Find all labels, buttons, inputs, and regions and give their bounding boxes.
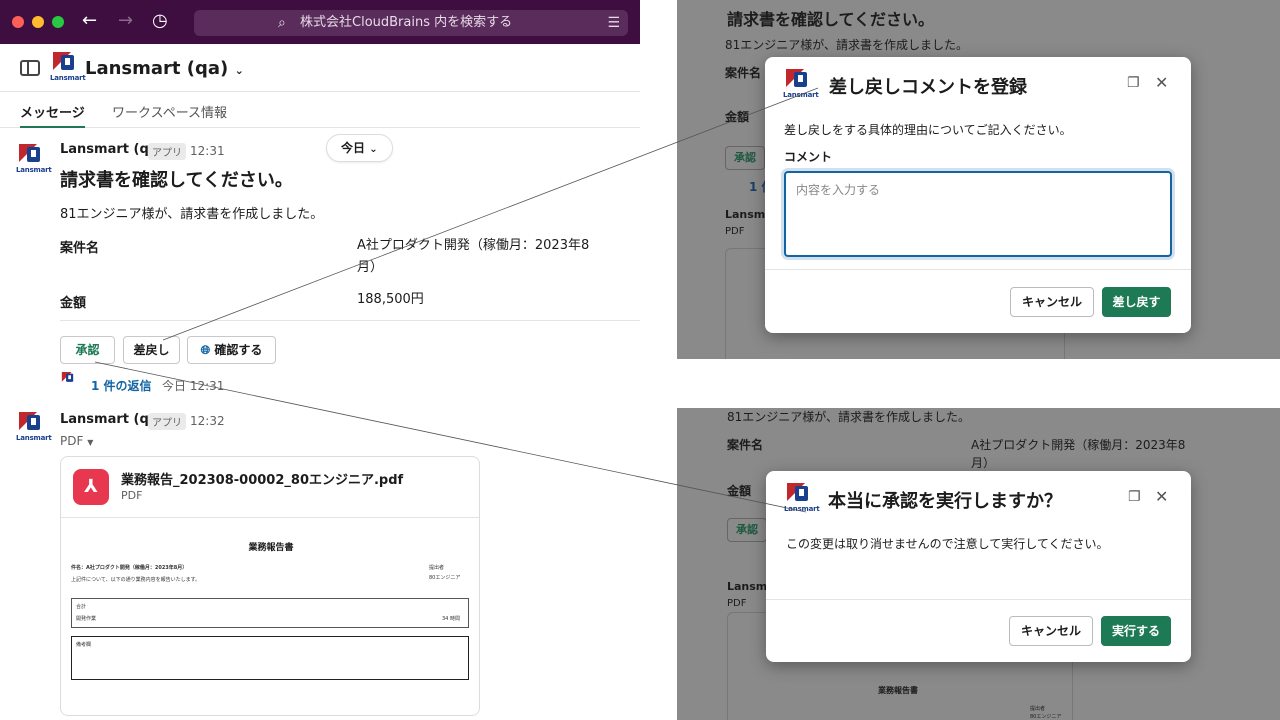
bg-amount-label: 金額 — [727, 484, 752, 498]
search-input[interactable]: ⌕ 株式会社CloudBrains 内を検索する ☰ — [194, 10, 628, 36]
modal-title: 本当に承認を実行しますか？ — [828, 491, 1062, 512]
message-time[interactable]: 12:31 — [190, 144, 225, 158]
arrow-left-icon[interactable]: ← — [82, 11, 97, 31]
preview-project: 件名：A社プロダクト開発（稼働月：2023年8月） — [71, 565, 188, 571]
bg-field-value-2: 月） — [971, 456, 996, 470]
file-name[interactable]: 業務報告_202308-00002_80エンジニア.pdf — [121, 469, 403, 488]
date-divider-button[interactable]: 今日 ⌄ — [326, 134, 393, 162]
reply-avatar — [60, 372, 80, 391]
divider — [60, 320, 640, 321]
execute-approve-button[interactable]: 実行する — [1101, 616, 1171, 646]
channel-header: Lansmart Lansmart (qa) ⌄ — [0, 44, 640, 92]
bg-field-value-1: A社プロダクト開発（稼働月：2023年8 — [971, 438, 1186, 452]
file-type-toggle[interactable]: PDF ▼ — [60, 434, 93, 448]
bg-field-label: 案件名 — [725, 66, 762, 80]
channel-tabs: メッセージ ワークスペース情報 — [0, 92, 640, 128]
filter-icon[interactable]: ☰ — [607, 10, 620, 36]
chevron-down-icon: ⌄ — [369, 144, 378, 155]
tab-workspace-info[interactable]: ワークスペース情報 — [112, 102, 227, 121]
close-window-button[interactable] — [12, 16, 24, 28]
lansmart-logo: Lansmart — [783, 69, 819, 103]
maximize-window-button[interactable] — [52, 16, 64, 28]
avatar[interactable]: Lansmart — [16, 412, 52, 446]
globe-icon: 🌐︎ — [200, 343, 211, 357]
sidebar-panel-icon[interactable] — [20, 60, 40, 76]
message-time[interactable]: 12:32 — [190, 414, 225, 428]
lansmart-logo: Lansmart — [784, 483, 820, 517]
field-value-project: A社プロダクト開発（稼働月：2023年8 月） — [357, 238, 590, 275]
reply-time: 今日 12:31 — [162, 379, 225, 393]
title-bar: ← → ◷ ⌕ 株式会社CloudBrains 内を検索する ☰ — [0, 0, 640, 44]
bg-pdf-label: PDF — [725, 226, 745, 237]
bg-approve-button: 承認 — [725, 146, 765, 170]
field-label-amount: 金額 — [60, 296, 87, 311]
bg-sender: Lansm — [727, 580, 768, 593]
bg-approve-button: 承認 — [727, 518, 767, 542]
search-icon: ⌕ — [278, 15, 286, 31]
preview-title: 業務報告書 — [248, 543, 294, 553]
lansmart-logo: Lansmart — [50, 52, 86, 86]
close-icon[interactable]: ✕ — [1155, 487, 1168, 506]
comment-label: コメント — [784, 150, 833, 164]
cancel-button[interactable]: キャンセル — [1010, 287, 1094, 317]
field-value-amount: 188,500円 — [357, 292, 424, 307]
bg-message-text: 81エンジニア様が、請求書を作成しました。 — [725, 38, 969, 52]
modal-footer-divider — [765, 269, 1191, 270]
approve-button[interactable]: 承認 — [60, 336, 115, 364]
comment-placeholder: 内容を入力する — [796, 183, 881, 197]
modal-description: この変更は取り消せませんので注意して実行してください。 — [786, 537, 1109, 551]
app-badge: アプリ — [148, 413, 186, 430]
expand-icon[interactable]: ❐ — [1127, 75, 1140, 91]
expand-icon[interactable]: ❐ — [1128, 489, 1141, 505]
bg-field-label: 案件名 — [727, 438, 764, 452]
workspace-name[interactable]: Lansmart (qa) ⌄ — [85, 58, 244, 79]
comment-textarea[interactable]: 内容を入力する — [784, 171, 1172, 257]
preview-submitter: 80エンジニア — [429, 575, 461, 581]
caret-down-icon: ▼ — [87, 438, 94, 447]
file-attachment-card[interactable]: ⅄ 業務報告_202308-00002_80エンジニア.pdf PDF 業務報告… — [60, 456, 480, 716]
modal-title: 差し戻しコメントを登録 — [829, 77, 1027, 98]
app-badge: アプリ — [148, 143, 186, 160]
submit-reject-button[interactable]: 差し戻す — [1102, 287, 1171, 317]
search-placeholder: 株式会社CloudBrains 内を検索する — [300, 15, 513, 30]
arrow-right-icon[interactable]: → — [118, 11, 133, 31]
reject-comment-modal: Lansmart 差し戻しコメントを登録 ❐ ✕ 差し戻しをする具体的理由につい… — [765, 57, 1191, 333]
approve-confirm-modal: Lansmart 本当に承認を実行しますか？ ❐ ✕ この変更は取り消せませんの… — [766, 471, 1191, 662]
bg-sender: Lansm — [725, 208, 766, 221]
reject-button[interactable]: 差戻し — [123, 336, 180, 364]
tab-messages[interactable]: メッセージ — [20, 102, 85, 128]
reject-dialog-screenshot: 請求書を確認してください。 81エンジニア様が、請求書を作成しました。 案件名 … — [677, 0, 1280, 359]
file-type: PDF — [121, 489, 143, 502]
avatar[interactable]: Lansmart — [16, 144, 52, 178]
slack-window: ← → ◷ ⌕ 株式会社CloudBrains 内を検索する ☰ Lansmar… — [0, 0, 640, 720]
cancel-button[interactable]: キャンセル — [1009, 616, 1093, 646]
bg-pdf-label: PDF — [727, 598, 747, 609]
message-title: 請求書を確認してください。 — [60, 170, 293, 191]
modal-description: 差し戻しをする具体的理由についてご記入ください。 — [784, 123, 1072, 137]
chevron-down-icon: ⌄ — [234, 64, 244, 77]
bg-message-text: 81エンジニア様が、請求書を作成しました。 — [727, 410, 971, 424]
preview-desc: 上記件について、以下の通り業務内容を報告いたします。 — [71, 577, 201, 583]
minimize-window-button[interactable] — [32, 16, 44, 28]
preview-submitter-label: 提出者 — [429, 565, 445, 571]
preview-notes-box: 備考欄 — [71, 636, 469, 680]
preview-total-box: 合計 開発作業 34 時間 — [71, 598, 469, 628]
close-icon[interactable]: ✕ — [1155, 73, 1168, 92]
modal-footer-divider — [766, 599, 1191, 600]
confirm-button[interactable]: 🌐︎ 確認する — [187, 336, 276, 364]
approve-dialog-screenshot: 81エンジニア様が、請求書を作成しました。 案件名 A社プロダクト開発（稼働月：… — [677, 408, 1280, 720]
bg-message-title: 請求書を確認してください。 — [727, 10, 935, 29]
field-label-project: 案件名 — [60, 241, 100, 256]
reply-count-link[interactable]: 1 件の返信 — [91, 377, 152, 394]
message-text: 81エンジニア様が、請求書を作成しました。 — [60, 207, 324, 222]
clock-icon[interactable]: ◷ — [152, 11, 168, 31]
pdf-preview[interactable]: 業務報告書 件名：A社プロダクト開発（稼働月：2023年8月） 上記件について、… — [61, 517, 479, 715]
pdf-file-icon: ⅄ — [73, 469, 109, 505]
bg-amount-label: 金額 — [725, 110, 750, 124]
